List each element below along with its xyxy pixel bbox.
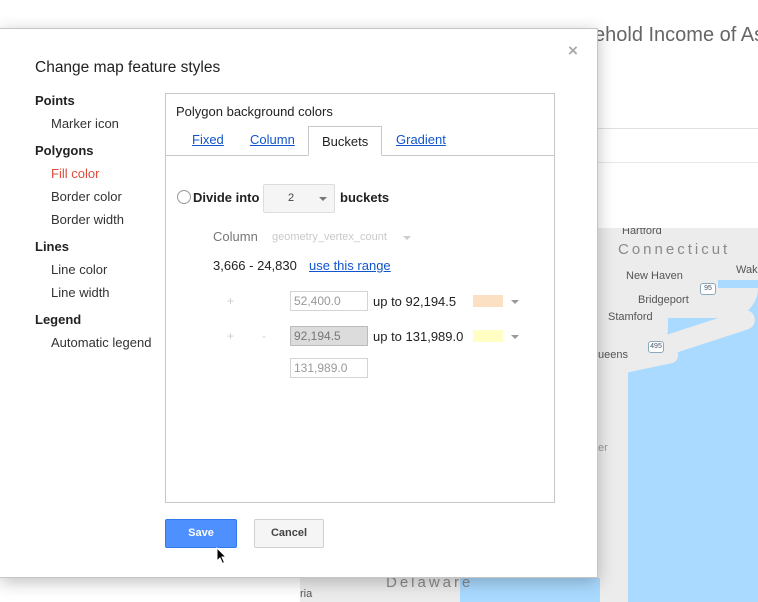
- nav-heading-legend: Legend: [35, 312, 82, 327]
- dialog-title: Change map feature styles: [35, 59, 221, 76]
- chevron-down-icon: [319, 197, 327, 201]
- style-category-nav: Points Marker icon Polygons Fill color B…: [35, 93, 160, 358]
- map-label-connecticut: Connecticut: [618, 241, 731, 258]
- buckets-label: buckets: [340, 190, 390, 205]
- nav-item-line-color[interactable]: Line color: [35, 262, 160, 285]
- bucket-upper-bound: up to 92,194.5: [373, 294, 457, 309]
- bucket-min-input[interactable]: 92,194.5: [290, 326, 368, 346]
- column-select[interactable]: geometry_vertex_count: [272, 231, 387, 243]
- chevron-down-icon[interactable]: [511, 300, 519, 304]
- bucket-count-select[interactable]: 2: [263, 184, 335, 213]
- divide-buckets-radio[interactable]: [177, 190, 191, 204]
- highway-shield-icon: 495: [648, 341, 664, 353]
- change-map-styles-dialog: Change map feature styles × Points Marke…: [0, 28, 598, 578]
- map-view[interactable]: Hartford Connecticut New Haven Wak Bridg…: [598, 228, 758, 602]
- divide-into-label: Divide into: [193, 190, 260, 205]
- highway-shield-icon: 95: [700, 283, 716, 295]
- nav-heading-points: Points: [35, 93, 75, 108]
- nav-heading-lines: Lines: [35, 239, 69, 254]
- map-label-delaware: Delaware: [386, 578, 474, 591]
- cancel-button[interactable]: Cancel: [254, 519, 324, 548]
- nav-item-border-width[interactable]: Border width: [35, 212, 160, 235]
- map-label-queens: ueens: [598, 349, 628, 361]
- use-this-range-link[interactable]: use this range: [309, 258, 391, 273]
- map-label-bridgeport: Bridgeport: [638, 294, 689, 306]
- background-page-title: ehold Income of As: [594, 24, 758, 46]
- bucket-upper-bound: up to 131,989.0: [373, 329, 464, 344]
- fill-color-panel: Polygon background colors Fixed Column B…: [165, 93, 555, 503]
- nav-item-fill-color[interactable]: Fill color: [35, 166, 160, 189]
- divider: [598, 162, 758, 163]
- nav-item-marker-icon[interactable]: Marker icon: [35, 116, 160, 139]
- mouse-cursor-icon: [216, 547, 228, 565]
- map-view-bottom[interactable]: Delaware ria: [300, 578, 600, 602]
- add-bucket-button[interactable]: +: [227, 294, 234, 308]
- map-label-hartford: Hartford: [622, 228, 662, 237]
- bucket-max-input[interactable]: 131,989.0: [290, 358, 368, 378]
- fill-mode-tabs: Fixed Column Buckets Gradient: [166, 126, 554, 156]
- tab-gradient[interactable]: Gradient: [396, 132, 446, 147]
- tab-fixed[interactable]: Fixed: [192, 132, 224, 147]
- bucket-color-swatch[interactable]: [473, 295, 503, 307]
- bucket-count-value: 2: [288, 192, 295, 204]
- close-icon[interactable]: ×: [568, 41, 578, 61]
- map-label-ria: ria: [300, 588, 313, 600]
- bucket-min-input[interactable]: 52,400.0: [290, 291, 368, 311]
- map-label-new-haven: New Haven: [626, 270, 683, 282]
- nav-item-automatic-legend[interactable]: Automatic legend: [35, 335, 160, 358]
- nav-item-line-width[interactable]: Line width: [35, 285, 160, 308]
- map-label-wake: Wak: [736, 264, 758, 276]
- save-button[interactable]: Save: [165, 519, 237, 548]
- nav-item-border-color[interactable]: Border color: [35, 189, 160, 212]
- bucket-color-swatch[interactable]: [473, 330, 503, 342]
- remove-bucket-button[interactable]: -: [262, 329, 266, 343]
- value-range: 3,666 - 24,830: [213, 258, 297, 273]
- divider: [598, 128, 758, 129]
- map-label-stamford: Stamford: [608, 311, 653, 323]
- chevron-down-icon: [403, 236, 411, 240]
- panel-title: Polygon background colors: [176, 104, 333, 119]
- chevron-down-icon[interactable]: [511, 335, 519, 339]
- column-label: Column: [213, 229, 258, 244]
- tab-column[interactable]: Column: [250, 132, 295, 147]
- add-bucket-button[interactable]: +: [227, 329, 234, 343]
- nav-heading-polygons: Polygons: [35, 143, 94, 158]
- tab-buckets[interactable]: Buckets: [308, 126, 383, 156]
- map-label-er: er: [598, 442, 608, 454]
